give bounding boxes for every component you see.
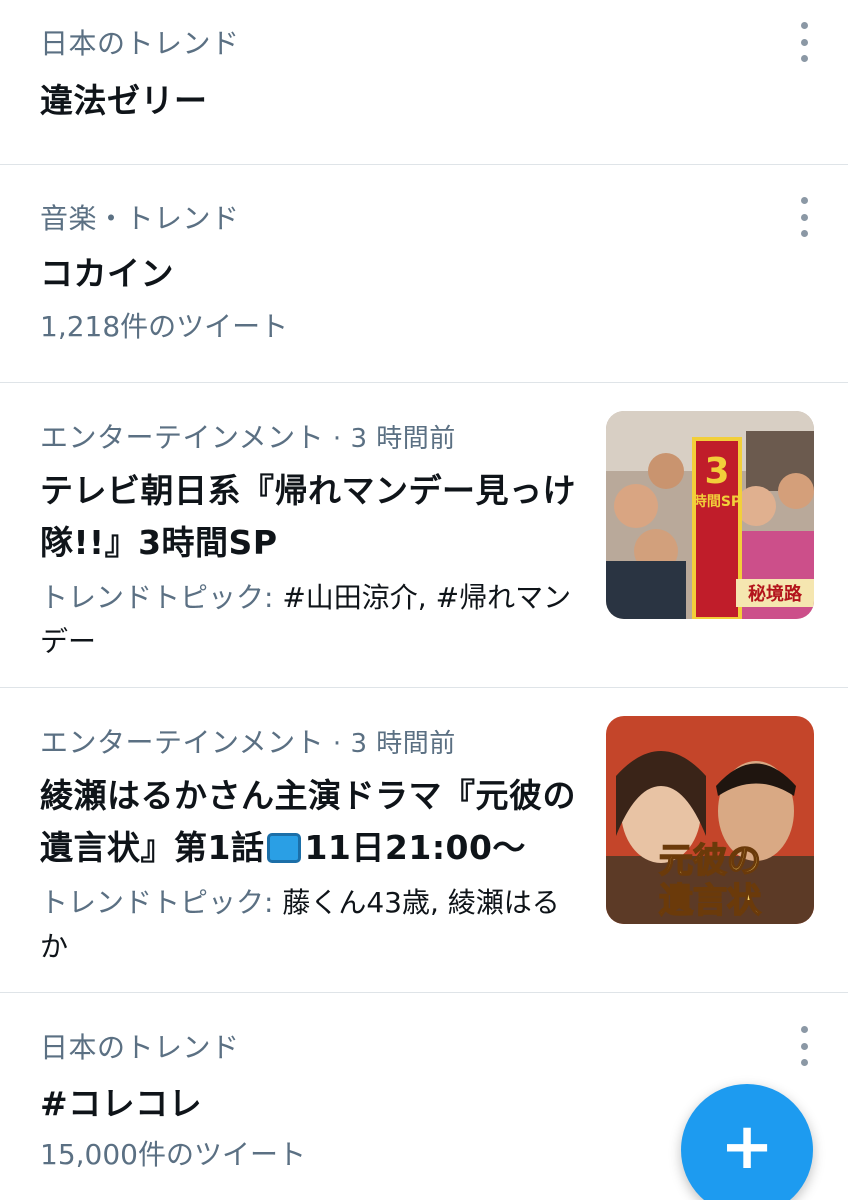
thumb-text: 遺言状 [659, 881, 762, 921]
news-thumbnail[interactable]: 元彼の 遺言状 [606, 716, 814, 924]
plus-icon: + [720, 1110, 774, 1184]
drama-poster-image: 元彼の 遺言状 [606, 716, 814, 924]
trend-context: エンターテインメント · 3 時間前 [40, 721, 456, 761]
thumb-text: 時間SP [693, 493, 741, 510]
trend-item[interactable]: 日本のトレンド 違法ゼリー [0, 0, 848, 165]
topics-label: トレンドトピック: [40, 581, 283, 614]
news-thumbnail[interactable]: 3 時間SP 秘境路 [606, 411, 814, 619]
more-options-icon[interactable] [796, 197, 812, 237]
trending-topics: トレンドトピック: #山田涼介, #帰れマンデー [40, 576, 580, 664]
more-options-icon[interactable] [796, 22, 812, 62]
trend-context: 音楽・トレンド [40, 202, 240, 235]
tweet-count: 15,000件のツイート [40, 1138, 306, 1171]
trend-context: 日本のトレンド [40, 1031, 240, 1064]
trend-item[interactable]: 音楽・トレンド コカイン 1,218件のツイート [0, 165, 848, 383]
trend-title: #コレコレ [40, 1084, 203, 1123]
more-options-icon[interactable] [796, 1026, 812, 1066]
show-promo-image: 3 時間SP 秘境路 [606, 411, 814, 619]
thumb-text: 元彼の [659, 841, 761, 881]
tv-icon [267, 833, 302, 863]
tweet-count: 1,218件のツイート [40, 310, 289, 343]
trend-title: コカイン [40, 254, 174, 293]
headline-time: 11日21:00〜 [304, 828, 526, 867]
news-headline: テレビ朝日系『帰れマンデー見っけ隊!!』3時間SP [40, 471, 576, 562]
news-trend-item[interactable]: エンターテインメント · 3 時間前 綾瀬はるかさん主演ドラマ『元彼の遺言状』第… [0, 688, 848, 993]
trend-context: 日本のトレンド [40, 27, 240, 60]
trending-topics: トレンドトピック: 藤くん43歳, 綾瀬はるか [40, 881, 580, 969]
trend-title: 違法ゼリー [40, 81, 208, 120]
thumb-text: 秘境路 [748, 583, 803, 605]
news-headline: 綾瀬はるかさん主演ドラマ『元彼の遺言状』第1話 11日21:00〜 [40, 770, 585, 874]
thumb-text: 3 [704, 451, 729, 492]
trends-feed: 日本のトレンド 違法ゼリー 音楽・トレンド コカイン 1,218件のツイート エ… [0, 0, 848, 1200]
category-label: エンターテインメント [40, 726, 325, 759]
news-trend-item[interactable]: エンターテインメント · 3 時間前 テレビ朝日系『帰れマンデー見っけ隊!!』3… [0, 383, 848, 688]
trend-context: エンターテインメント · 3 時間前 [40, 416, 456, 456]
time-label: · 3 時間前 [324, 424, 456, 454]
category-label: エンターテインメント [40, 421, 325, 454]
topics-label: トレンドトピック: [40, 886, 283, 919]
time-label: · 3 時間前 [324, 729, 456, 759]
